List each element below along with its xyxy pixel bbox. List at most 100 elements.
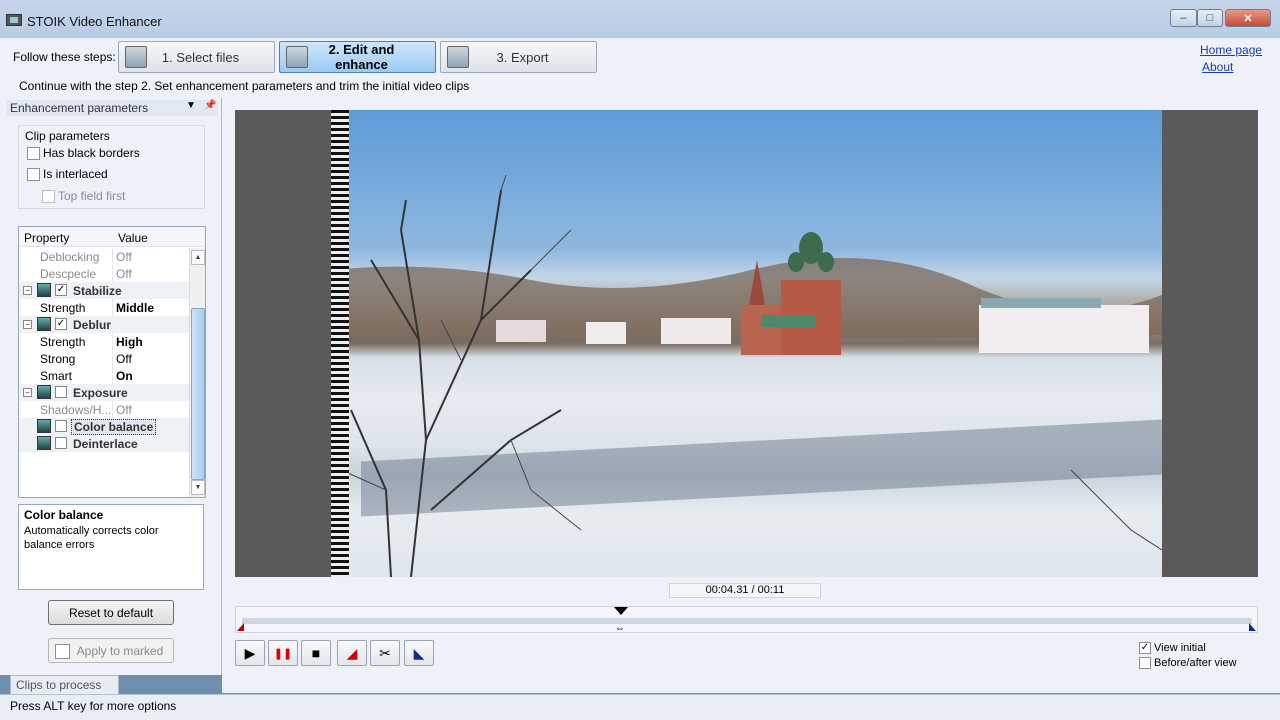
table-row[interactable]: Strength High [19,333,189,350]
scroll-thumb[interactable] [191,308,205,480]
top-field-first-checkbox: Top field first [42,189,125,203]
stabilize-checkbox[interactable]: ✓ [55,284,67,296]
color-balance-checkbox[interactable] [55,420,67,432]
checkbox-box [42,189,55,203]
checkbox-box[interactable] [27,146,40,160]
main-panel: 00:04.31 / 00:11 ⇔ ▶ ❚❚ ■ ◢ ✂ ◣ ✓ View i… [222,98,1280,693]
property-value[interactable]: Middle [116,301,154,315]
pin-icon[interactable]: 📌 [204,100,216,111]
is-interlaced-checkbox[interactable]: Is interlaced [27,167,108,181]
group-row-deblur[interactable]: − ✓ Deblur [19,316,189,333]
scroll-down-icon[interactable]: ▼ [191,480,205,495]
resize-cursor-icon: ⇔ [614,623,625,634]
checkbox-box[interactable] [1139,657,1151,669]
start-marker-icon[interactable] [237,623,244,631]
steps-hint: Continue with the step 2. Set enhancemen… [19,79,470,93]
collapse-icon[interactable]: − [23,388,32,397]
group-row-deinterlace[interactable]: Deinterlace [19,435,189,452]
step-label: 3. Export [496,49,549,65]
table-row[interactable]: Strong Off [19,350,189,367]
property-table-header: Property Value [19,227,205,247]
property-value[interactable]: Off [116,352,132,366]
group-name: Deinterlace [73,437,138,451]
property-value[interactable]: Off [116,403,132,417]
table-row[interactable]: Deblocking Off [19,248,189,265]
home-page-link[interactable]: Home page [1200,43,1262,57]
property-value[interactable]: Off [116,250,132,264]
property-name: Smart [40,369,73,383]
checkbox-label: Has black borders [43,146,140,160]
description-box: Color balance Automatically corrects col… [18,504,204,590]
exposure-checkbox[interactable] [55,386,67,398]
checkbox-box[interactable] [27,167,40,181]
property-name: Descpecle [40,267,97,281]
timeline-track[interactable] [242,618,1252,624]
apply-to-marked-button: Apply to marked [48,638,174,663]
scroll-up-icon[interactable]: ▲ [191,250,205,265]
property-value[interactable]: High [116,335,143,349]
property-value[interactable]: Off [116,267,132,281]
mark-in-button[interactable]: ◢ [337,640,367,666]
pause-button[interactable]: ❚❚ [268,640,298,666]
table-row[interactable]: Descpecle Off [19,265,189,282]
about-link[interactable]: About [1202,60,1233,74]
table-scrollbar[interactable]: ▲ ▼ [189,248,205,497]
property-name: Deblocking [40,250,100,264]
has-black-borders-checkbox[interactable]: Has black borders [27,146,140,160]
table-row[interactable]: Shadows/H... Off [19,401,189,418]
group-row-stabilize[interactable]: − ✓ Stabilize [19,282,189,299]
table-row[interactable]: Smart On [19,367,189,384]
stop-button[interactable]: ■ [301,640,331,666]
video-frame [235,110,1258,577]
column-value: Value [118,231,148,245]
filter-icon [37,436,51,450]
checkbox-label: Before/after view [1154,657,1237,669]
video-edge-artifact [331,110,349,577]
group-row-color-balance[interactable]: Color balance [19,418,189,435]
step-edit-enhance[interactable]: 2. Edit and enhance [279,41,436,73]
clip-parameters-label: Clip parameters [25,129,110,143]
clips-to-process-tab[interactable]: Clips to process [10,675,119,694]
table-row[interactable]: Strength Middle [19,299,189,316]
filter-icon [37,317,51,331]
cut-button[interactable]: ✂ [370,640,400,666]
end-marker-icon[interactable] [1249,623,1256,631]
timecode-display: 00:04.31 / 00:11 [669,583,821,598]
export-icon [447,46,469,68]
checkbox-label: Top field first [58,189,126,203]
property-value[interactable]: On [116,369,133,383]
collapse-icon[interactable]: − [23,320,32,329]
view-initial-checkbox[interactable]: ✓ View initial [1139,642,1206,654]
status-bar: Press ALT key for more options [0,694,1280,720]
mark-out-button[interactable]: ◣ [404,640,434,666]
video-preview[interactable] [331,110,1162,577]
apply-checkbox [55,644,70,659]
video-scene [331,174,1162,577]
maximize-button[interactable]: □ [1197,9,1223,27]
group-name: Color balance [71,419,157,435]
dropdown-arrow-icon[interactable]: ▼ [186,100,196,111]
before-after-checkbox[interactable]: Before/after view [1139,657,1237,669]
group-name: Exposure [73,386,128,400]
play-button[interactable]: ▶ [235,640,265,666]
window-title: STOIK Video Enhancer [27,14,162,29]
deinterlace-checkbox[interactable] [55,437,67,449]
edit-enhance-icon [286,46,308,68]
group-row-exposure[interactable]: − Exposure [19,384,189,401]
deblur-checkbox[interactable]: ✓ [55,318,67,330]
playhead-marker-icon[interactable] [613,607,628,615]
step-select-files[interactable]: 1. Select files [118,41,275,73]
collapse-icon[interactable]: − [23,286,32,295]
step-export[interactable]: 3. Export [440,41,597,73]
property-name: Strong [40,352,76,366]
apply-to-marked-label: Apply to marked [76,643,164,658]
status-text: Press ALT key for more options [10,699,177,713]
minimize-button[interactable]: – [1170,9,1197,27]
checkbox-box[interactable]: ✓ [1139,642,1151,654]
app-icon [6,14,22,26]
group-name: Stabilize [73,284,122,298]
checkbox-label: View initial [1154,642,1206,654]
close-button[interactable]: ✕ [1225,9,1271,27]
timeline-slider[interactable]: ⇔ [235,606,1258,634]
reset-to-default-button[interactable]: Reset to default [48,600,174,625]
